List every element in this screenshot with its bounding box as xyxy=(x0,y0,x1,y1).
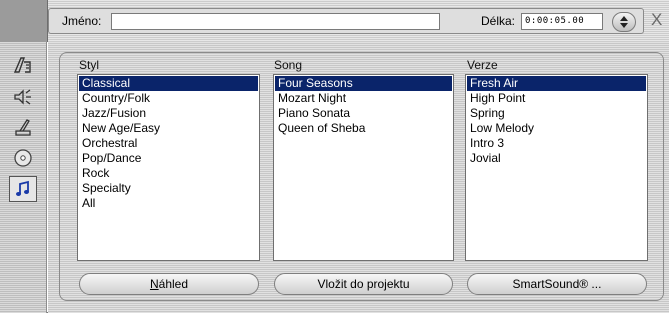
version-listbox[interactable]: Fresh Air High Point Spring Low Melody Intro… xyxy=(465,74,648,261)
name-label: Jméno: xyxy=(62,14,102,28)
list-item[interactable]: All xyxy=(79,196,258,211)
spin-up-icon[interactable] xyxy=(620,16,628,21)
length-label: Délka: xyxy=(481,14,516,28)
sidebar xyxy=(0,42,47,313)
list-item[interactable]: Rock xyxy=(79,166,258,181)
preview-mnemonic: N xyxy=(149,277,159,291)
song-listbox[interactable]: Four Seasons Mozart Night Piano Sonata Quee… xyxy=(273,74,454,261)
name-input[interactable] xyxy=(111,13,440,30)
list-item[interactable]: Country/Folk xyxy=(79,91,258,106)
sidebar-item-title[interactable] xyxy=(11,53,35,77)
sidebar-item-disc[interactable] xyxy=(11,146,35,170)
list-item[interactable]: Jovial xyxy=(467,151,646,166)
sidebar-item-music[interactable] xyxy=(9,176,37,202)
disc-icon xyxy=(14,149,32,167)
title-icon xyxy=(13,57,31,73)
smartsound-button[interactable]: SmartSound® ... xyxy=(467,273,647,295)
style-listbox[interactable]: Classical Country/Folk Jazz/Fusion New Age/… xyxy=(77,74,260,261)
list-item[interactable]: Specialty xyxy=(79,181,258,196)
list-item[interactable]: Pop/Dance xyxy=(79,151,258,166)
list-item[interactable]: Fresh Air xyxy=(467,76,646,91)
style-column-label: Styl xyxy=(79,58,100,72)
list-item[interactable]: Mozart Night xyxy=(275,91,452,106)
length-field[interactable]: 0:00:05.00 xyxy=(521,13,603,30)
list-item[interactable]: Orchestral xyxy=(79,136,258,151)
preview-label: áhled xyxy=(158,277,189,291)
music-note-icon xyxy=(16,180,29,196)
list-item[interactable]: High Point xyxy=(467,91,646,106)
sidebar-item-paint[interactable] xyxy=(11,116,35,140)
list-item[interactable]: Spring xyxy=(467,106,646,121)
paint-icon xyxy=(15,119,31,136)
spin-down-icon[interactable] xyxy=(620,23,628,28)
close-button[interactable]: X xyxy=(651,10,662,30)
list-item[interactable]: Queen of Sheba xyxy=(275,121,452,136)
list-item[interactable]: Piano Sonata xyxy=(275,106,452,121)
list-item[interactable]: Intro 3 xyxy=(467,136,646,151)
list-item[interactable]: Jazz/Fusion xyxy=(79,106,258,121)
song-column-label: Song xyxy=(274,58,303,72)
list-item[interactable]: Four Seasons xyxy=(275,76,452,91)
header-bar: Jméno: Délka: 0:00:05.00 X xyxy=(0,0,669,42)
list-item[interactable]: New Age/Easy xyxy=(79,121,258,136)
list-item[interactable]: Low Melody xyxy=(467,121,646,136)
preview-button[interactable]: Náhled xyxy=(79,273,259,295)
sidebar-item-audio[interactable] xyxy=(11,85,35,109)
length-spinner[interactable] xyxy=(612,12,636,32)
header-corner xyxy=(0,0,48,42)
speaker-icon xyxy=(14,89,31,105)
version-column-label: Verze xyxy=(467,58,498,72)
list-item[interactable]: Classical xyxy=(79,76,258,91)
insert-to-project-button[interactable]: Vložit do projektu xyxy=(274,273,453,295)
